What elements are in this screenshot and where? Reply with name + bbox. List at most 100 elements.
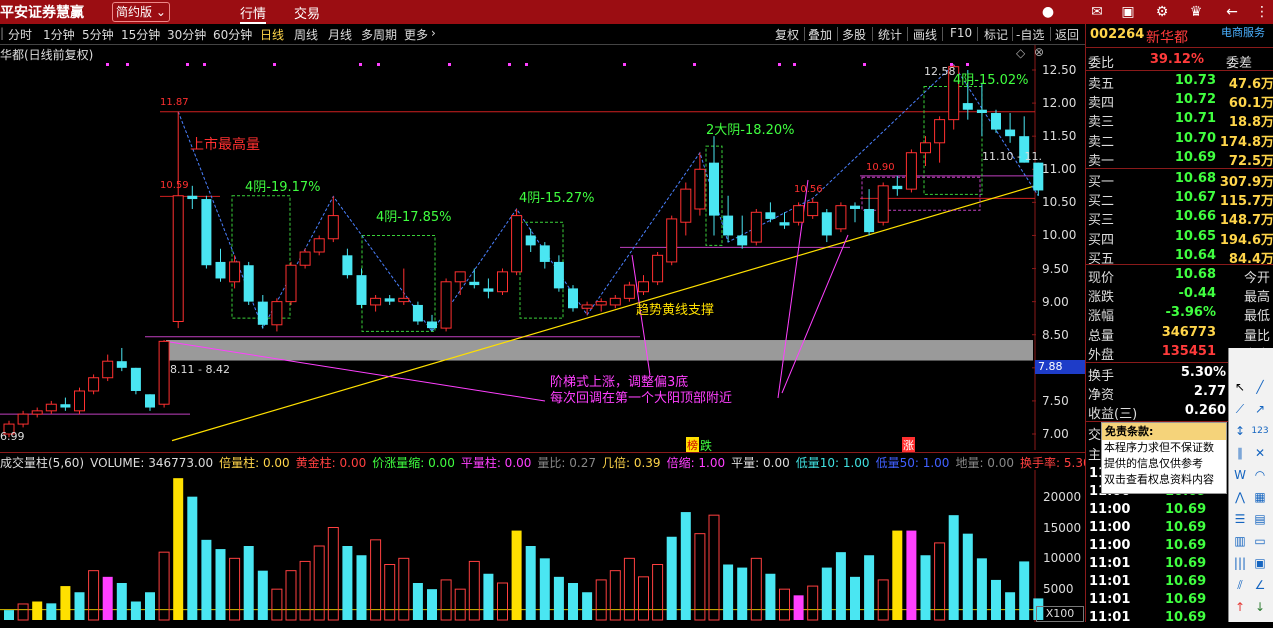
- cursor-icon[interactable]: ↖: [1231, 378, 1249, 396]
- btn-duogu[interactable]: 多股: [842, 26, 866, 43]
- order-book-row[interactable]: 卖一 10.69 72.5万: [1086, 149, 1273, 169]
- order-book-row[interactable]: 卖五 10.73 47.6万: [1086, 72, 1273, 92]
- level-10-59: 10.59: [160, 180, 189, 191]
- period-30min[interactable]: 30分钟: [167, 26, 206, 43]
- angle-icon[interactable]: ∠: [1251, 576, 1269, 594]
- btn-zixuan[interactable]: -自选: [1016, 26, 1044, 43]
- order-book-row[interactable]: 卖二 10.70 174.8万: [1086, 130, 1273, 150]
- candle-body: [370, 297, 382, 306]
- hamburger-icon[interactable]: |: [0, 26, 4, 40]
- shirt-icon[interactable]: ♛: [1186, 2, 1206, 22]
- calendar-icon[interactable]: ▣: [1118, 2, 1138, 22]
- period-weekly[interactable]: 周线: [294, 26, 318, 43]
- period-5min[interactable]: 5分钟: [82, 26, 114, 43]
- order-book-row[interactable]: 现价 10.68 今开: [1086, 266, 1273, 286]
- candle-body: [750, 211, 762, 243]
- fib-icon[interactable]: 123: [1251, 422, 1269, 440]
- industry-tag[interactable]: 电商服务: [1221, 24, 1265, 40]
- arc-icon[interactable]: ◠: [1251, 466, 1269, 484]
- volume-chart[interactable]: [0, 470, 1085, 622]
- candle-body: [398, 297, 410, 303]
- tab-trade[interactable]: 交易: [294, 3, 320, 22]
- tab-market[interactable]: 行情: [240, 3, 267, 24]
- btn-biaoji[interactable]: 标记: [984, 26, 1008, 43]
- more-icon[interactable]: ⋮: [1252, 2, 1272, 22]
- period-daily[interactable]: 日线: [260, 26, 284, 43]
- text-icon[interactable]: ▣: [1251, 554, 1269, 572]
- tick-time: 11:00: [1089, 520, 1131, 535]
- order-book-row[interactable]: 卖四 10.72 60.1万: [1086, 91, 1273, 111]
- order-book-row[interactable]: 买一 10.68 307.9万: [1086, 170, 1273, 190]
- volume-bar: [920, 555, 931, 620]
- cross-icon[interactable]: ✕: [1251, 444, 1269, 462]
- order-book-row[interactable]: 买二 10.67 115.7万: [1086, 189, 1273, 209]
- version-dropdown[interactable]: 简约版 ⌄: [112, 2, 170, 22]
- btn-fuquan[interactable]: 复权: [775, 26, 799, 43]
- bars-icon[interactable]: ▥: [1231, 532, 1249, 550]
- row-label: 卖三: [1088, 115, 1115, 131]
- tick-time: 11:01: [1089, 556, 1131, 571]
- candle-body: [835, 205, 847, 230]
- period-monthly[interactable]: 月线: [328, 26, 352, 43]
- volume-bar: [116, 583, 127, 620]
- segment-icon[interactable]: ⟋: [1231, 400, 1249, 418]
- top-bar: 平安证券慧赢 简约版 ⌄ 行情 交易 ● ✉ ▣ ⚙ ♛ ← ⋮: [0, 0, 1273, 24]
- vertical-icon[interactable]: ↕: [1231, 422, 1249, 440]
- candle-body: [187, 195, 198, 200]
- rect-icon[interactable]: ▭: [1251, 532, 1269, 550]
- order-book-row[interactable]: 买五 10.64 84.4万: [1086, 247, 1273, 267]
- user-icon[interactable]: ●: [1038, 2, 1058, 22]
- btn-tongji[interactable]: 统计: [878, 26, 902, 43]
- gann-icon[interactable]: ☰: [1231, 510, 1249, 528]
- order-book-row[interactable]: 买三 10.66 148.7万: [1086, 208, 1273, 229]
- period-fenshi[interactable]: 分时: [8, 26, 32, 43]
- message-icon[interactable]: ✉: [1087, 2, 1107, 22]
- candle-body: [694, 168, 706, 210]
- signal-dot: [448, 63, 451, 66]
- signal-dot: [203, 63, 206, 66]
- period-multi[interactable]: 多周期: [361, 26, 397, 43]
- ray-icon[interactable]: ↗: [1251, 400, 1269, 418]
- order-book-row[interactable]: 涨幅 -3.96% 最低: [1086, 304, 1273, 324]
- row-label: 买三: [1088, 213, 1115, 229]
- up-arrow-icon[interactable]: ↑: [1231, 598, 1249, 616]
- period-60min[interactable]: 60分钟: [213, 26, 252, 43]
- wave-icon[interactable]: W: [1231, 466, 1249, 484]
- btn-f10[interactable]: F10: [950, 26, 972, 40]
- period-1min[interactable]: 1分钟: [43, 26, 75, 43]
- row-volume: 194.6万: [1219, 232, 1273, 248]
- order-book-row[interactable]: 买四 10.65 194.6万: [1086, 228, 1273, 248]
- disclaimer-popup[interactable]: 免责条款: 本程序力求但不保证数 提供的信息仅供参考 双击查看权息资料内容: [1101, 422, 1227, 494]
- signal-dot: [273, 63, 276, 66]
- zigzag-icon[interactable]: ⋀: [1231, 488, 1249, 506]
- period-15min[interactable]: 15分钟: [121, 26, 160, 43]
- down-arrow-icon[interactable]: ↓: [1251, 598, 1269, 616]
- grid-icon[interactable]: ▤: [1251, 510, 1269, 528]
- gear-icon[interactable]: ⚙: [1152, 2, 1172, 22]
- period-more[interactable]: 更多: [404, 26, 428, 43]
- close-icon[interactable]: ⊗: [1034, 45, 1044, 59]
- box-icon[interactable]: ▦: [1251, 488, 1269, 506]
- candle: [666, 215, 678, 266]
- btn-back[interactable]: 返回: [1055, 26, 1079, 43]
- tick-row: 11:00 10.69: [1085, 538, 1225, 556]
- settings-icon[interactable]: ◇: [1016, 46, 1025, 60]
- row-price: 10.69: [1174, 149, 1216, 165]
- btn-diejia[interactable]: 叠加: [808, 26, 832, 43]
- back-arrow-icon[interactable]: ←: [1222, 2, 1242, 22]
- btn-huaxian[interactable]: 画线: [913, 26, 937, 43]
- support-band: [166, 340, 1033, 361]
- line-icon[interactable]: ╱: [1251, 378, 1269, 396]
- order-book-row[interactable]: 总量 346773 量比: [1086, 324, 1273, 344]
- candle-body: [483, 288, 494, 292]
- order-book-row[interactable]: 卖三 10.71 18.8万: [1086, 110, 1273, 131]
- row-label: 总量: [1088, 328, 1115, 344]
- annotation-a5: 4阴-15.02%: [953, 73, 1029, 88]
- fan-icon[interactable]: ⫽: [1231, 576, 1249, 594]
- channel-icon[interactable]: ∥: [1231, 444, 1249, 462]
- volume-scale[interactable]: X100: [1036, 606, 1084, 622]
- period-lines-icon[interactable]: |||: [1231, 554, 1249, 572]
- candle: [116, 347, 127, 372]
- chevron-right-icon[interactable]: ›: [431, 26, 436, 40]
- order-book-row[interactable]: 涨跌 -0.44 最高: [1086, 285, 1273, 305]
